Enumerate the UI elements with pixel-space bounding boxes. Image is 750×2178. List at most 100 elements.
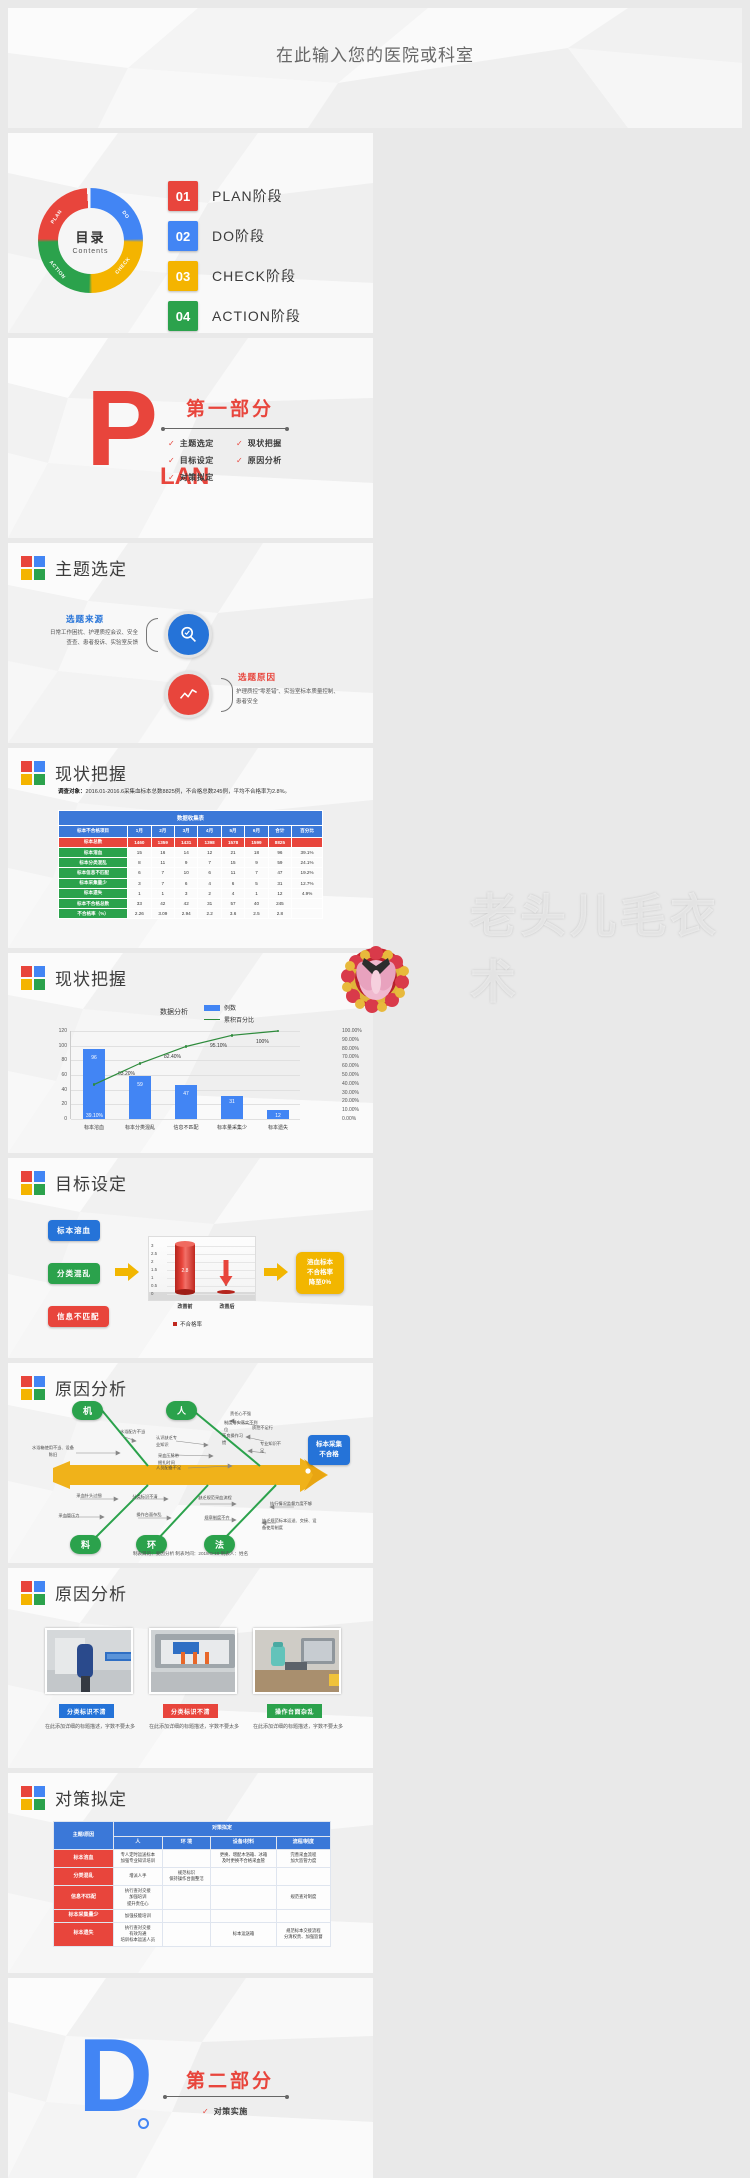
photo-3: [253, 1628, 341, 1694]
slide-cover[interactable]: 在此输入您的医院或科室: [8, 8, 742, 128]
table-row: 信息不匹配 执行查对交接 加强培训 提升责任心 规范查对制度: [53, 1884, 332, 1911]
y-tick-label: 0.5: [151, 1283, 158, 1288]
trend-icon: [165, 671, 212, 718]
legend-label-bar: 例数: [224, 1006, 237, 1012]
fb-people-3: 人员配备不足: [156, 1465, 182, 1470]
table-cell: 57: [220, 897, 246, 910]
table-row: 分类混乱 增派人手 规范标识 保持操作台面整洁: [53, 1866, 332, 1886]
contents-step-1[interactable]: 01 PLAN阶段: [168, 181, 301, 211]
slide-fishbone[interactable]: 原因分析 机 人 料 环 法 标本采集 不合格 水浴箱使用不当、设备陈旧 水浴配…: [8, 1363, 373, 1563]
table-row: 不合格率（%） 2.26 3.09 2.94 2.2 3.6 2.5 2.8: [57, 908, 323, 920]
table-cell: 14: [173, 846, 199, 859]
page-title: 主题选定: [55, 560, 127, 579]
step-number-4: 04: [168, 301, 198, 331]
slide-contents[interactable]: PLAN DO CHECK ACTION 目录 Contents 01 PLAN…: [8, 133, 373, 333]
slide-countermeasure[interactable]: 对策拟定 主题/原因 对策拟定人环 境设备/材料 流程/制度 标本溶血 专人定时运送标本…: [8, 1773, 373, 1973]
table-cell: [161, 1909, 212, 1923]
table-cell: 规范标识 保持操作台面整洁: [161, 1866, 212, 1886]
reason-heading: 选题原因: [238, 672, 277, 682]
table-row: 标本信息不匹配 6 7 10 6 11 7 47 19.2%: [57, 867, 323, 879]
photo-badge-1: 分类标识不清: [59, 1704, 115, 1718]
table-row-header: 标本溶血: [57, 846, 129, 859]
check-icon: ✓: [236, 456, 243, 465]
head-line-1: 标本采集: [316, 1441, 342, 1448]
survey-note-label: 调查对象：: [58, 789, 86, 795]
plan-item-list: ✓ 主题选定 ✓ 现状把握 ✓ 目标设定 ✓ 原因分析 ✓ 对策拟定: [168, 438, 304, 489]
contents-step-4[interactable]: 04 ACTION阶段: [168, 301, 301, 331]
table-cell: 11: [150, 857, 176, 869]
y2-tick-label: 50.00%: [342, 1072, 359, 1078]
fb-env-2: 操作台面杂乱: [136, 1512, 162, 1517]
goal-line-1: 溶血标本: [307, 1259, 333, 1266]
table-cell: 59: [267, 857, 293, 869]
y2-tick-label: 60.00%: [342, 1063, 359, 1070]
contents-step-2[interactable]: 02 DO阶段: [168, 221, 301, 251]
fb-people-8: 专业知识不足: [260, 1441, 281, 1453]
contents-step-3[interactable]: 03 CHECK阶段: [168, 261, 301, 291]
x-tick-label: 标本溶血: [83, 1125, 104, 1131]
plan-item-5: ✓ 对策拟定: [168, 473, 214, 482]
table-cell: 3: [173, 887, 199, 899]
step-label-4: ACTION阶段: [212, 308, 301, 324]
slide-section-do[interactable]: D 第二部分 ✓ 对策实施: [8, 1978, 373, 2178]
table-cell: 33: [127, 897, 152, 910]
slide-goal-setting[interactable]: 目标设定 标本溶血 分类混乱 信息不匹配 0 0.5 1 1.5 2 2.5 3 2.8: [8, 1158, 373, 1358]
table-row-header: 标本总数: [57, 836, 129, 848]
table-cell: 1359: [150, 836, 176, 848]
search-icon: [165, 611, 212, 658]
table-cell: 12: [267, 887, 293, 899]
four-squares-icon: [21, 1170, 45, 1195]
y2-tick-label: 70.00%: [342, 1054, 359, 1061]
table-row: 标本遗失 执行查对交接 有效沟通 培训标本运送人员 标本运送箱 规范标本交接流程 分清权责、…: [53, 1921, 332, 1947]
legend-swatch: [173, 1322, 177, 1326]
fb-method-2: 规章制度不齐: [204, 1515, 230, 1520]
cause-tag-1: 标本溶血: [48, 1220, 100, 1241]
contents-step-list: 01 PLAN阶段 02 DO阶段 03 CHECK阶段 04 ACTION阶段: [168, 181, 301, 333]
photo-caption-1: 在此添加详细的标题描述，字数不要太多: [45, 1724, 136, 1730]
source-heading: 选题来源: [66, 614, 105, 624]
y2-tick-label: 90.00%: [342, 1036, 359, 1043]
photo-caption-3: 在此添加详细的标题描述，字数不要太多: [253, 1724, 344, 1730]
table-cell: 42: [150, 897, 176, 910]
table-cell: 8: [127, 857, 152, 869]
table-cell: 2.2: [197, 908, 222, 920]
table-cell: 15: [220, 857, 246, 869]
photo-caption-2: 在此添加详细的标题描述，字数不要太多: [149, 1724, 240, 1730]
do-item-1: ✓ 对策实施: [202, 2107, 248, 2116]
table-cell: 规范标本交接流程 分清权责、加强监督: [275, 1921, 332, 1947]
table-header-cell: 1月: [127, 825, 152, 838]
table-cell: 1578: [220, 836, 246, 848]
table-cell: [210, 1909, 277, 1923]
table-cell: 2.94: [173, 908, 199, 920]
table-title: 数据收集表: [58, 810, 323, 826]
section-title-do: 第二部分: [186, 2071, 275, 2092]
y-tick-label: 2: [151, 1259, 154, 1264]
slide-pareto-chart[interactable]: 现状把握 数据分析 例数 累积百分比 0 20 40 60 80 100 120 0.00% 1…: [8, 953, 373, 1153]
slide-title-block: 现状把握: [21, 965, 127, 990]
chart-title: 数据分析: [160, 1009, 188, 1016]
slide-cause-photos[interactable]: 原因分析 分类标识不清 分类标识不清 操作台面杂乱 在此添加详细的标题描述，字数…: [8, 1568, 373, 1768]
goal-chart-legend: 不合格率: [173, 1320, 202, 1328]
table-cell: 15: [127, 846, 152, 859]
table-cell: 21: [220, 846, 246, 859]
page-title: 原因分析: [55, 1585, 127, 1604]
y-tick-label: 120: [58, 1028, 67, 1034]
table-cell: 3.09: [150, 908, 176, 920]
table-cell: 完善采血流程 加大监管力度: [275, 1849, 332, 1868]
do-item-list: ✓ 对策实施: [202, 2106, 270, 2123]
slide-topic-selection[interactable]: 主题选定 选题来源 日常工作困扰、护理质控会议、安全查查、患者投诉、实验室反馈 …: [8, 543, 373, 743]
table-cell: 24.1%: [291, 857, 323, 869]
chart-legend: 例数 累积百分比: [204, 1003, 254, 1027]
slide-section-plan[interactable]: P LAN 第一部分 ✓ 主题选定 ✓ 现状把握 ✓ 目标设定 ✓ 原因分析 ✓…: [8, 338, 373, 538]
y2-tick-label: 80.00%: [342, 1045, 359, 1052]
table-cell: 4: [197, 877, 222, 889]
xtick-after: 改善后: [219, 1304, 235, 1310]
four-squares-icon: [21, 965, 45, 990]
table-cell: 更换、增配木浴箱、冰箱 及时更换不合格采血管: [210, 1849, 277, 1868]
table-cell: 1460: [127, 836, 152, 848]
slide-status-table[interactable]: 现状把握 调查对象：2016.01-2016.6采集血标本总数8825例，不合格…: [8, 748, 373, 948]
goal-bar-chart: 00.511.522.53 2.8 0 改善前 改善后: [148, 1236, 256, 1310]
slides-grid: PLAN DO CHECK ACTION 目录 Contents 01 PLAN…: [0, 128, 750, 2178]
bracket-left-icon: [146, 618, 158, 652]
table-row-header: 标本遗失: [53, 1921, 114, 1947]
